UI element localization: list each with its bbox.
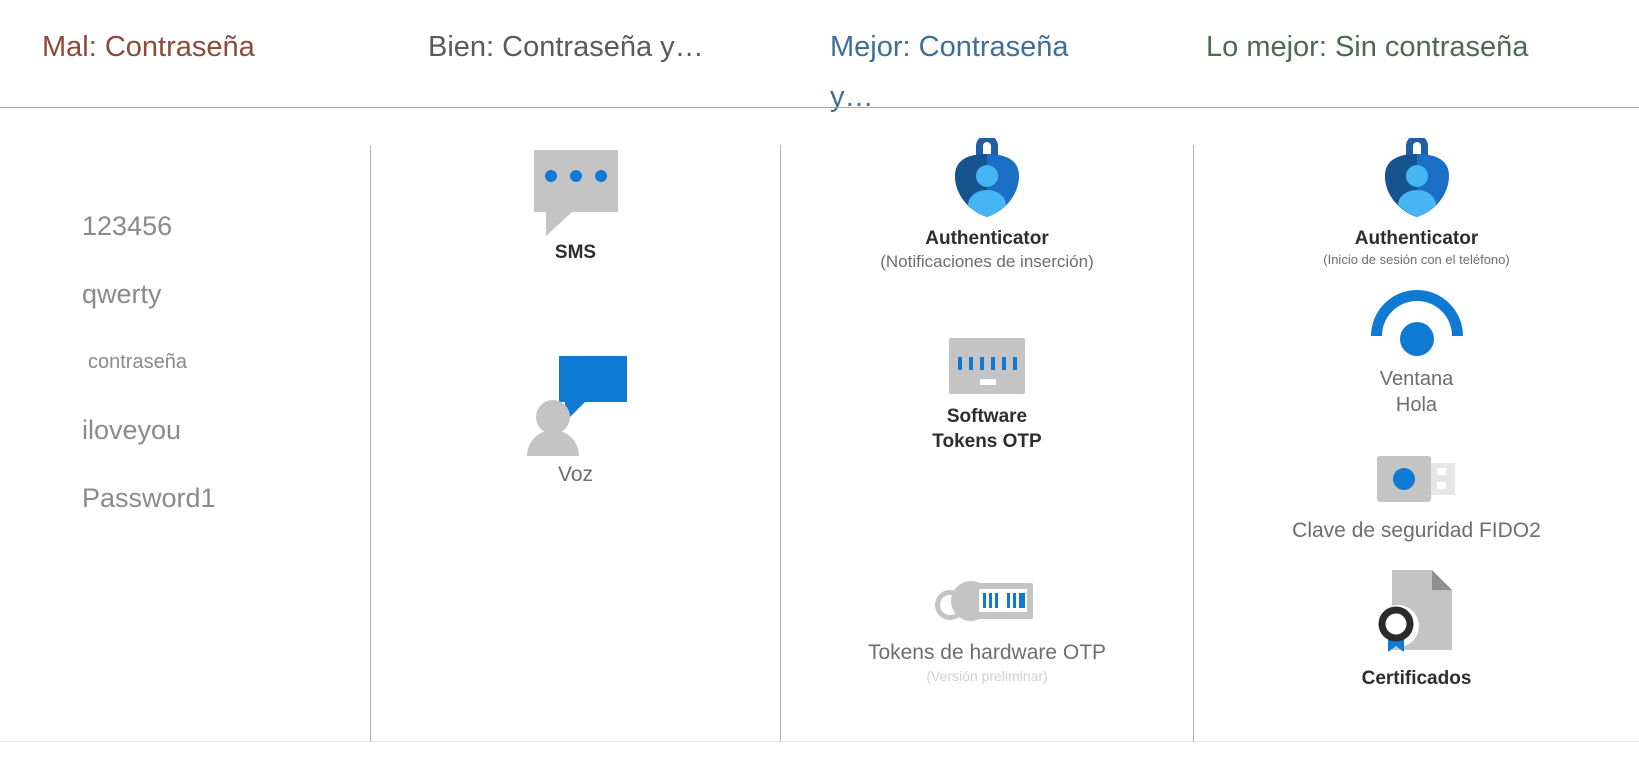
method-authenticator-push: Authenticator (Notificaciones de inserci… bbox=[781, 135, 1193, 273]
otp-bar bbox=[1001, 357, 1006, 370]
method-hardware-otp: Tokens de hardware OTP (Versión prelimin… bbox=[781, 576, 1193, 686]
column-bad-passwords: 123456 qwerty contraseña iloveyou Passwo… bbox=[0, 108, 370, 742]
otp-bar-gap bbox=[1001, 593, 1004, 608]
list-item: Password1 bbox=[82, 483, 216, 513]
authenticator-shield-icon bbox=[951, 135, 1023, 218]
method-label-line1: Ventana bbox=[1379, 368, 1454, 390]
method-label: Tokens de hardware OTP bbox=[867, 641, 1107, 664]
otp-bar bbox=[968, 357, 973, 370]
weak-password-list: 123456 qwerty contraseña iloveyou Passwo… bbox=[82, 192, 362, 532]
method-label: Certificados bbox=[1361, 668, 1472, 689]
column-header-best: Lo mejor: Sin contraseña bbox=[1206, 31, 1529, 63]
otp-bar bbox=[1012, 357, 1017, 370]
otp-bar bbox=[983, 593, 986, 608]
list-item: 123456 bbox=[82, 211, 173, 241]
otp-digit-bars bbox=[949, 357, 1025, 370]
method-label: SMS bbox=[554, 242, 597, 263]
list-item: contraseña bbox=[88, 351, 187, 373]
voice-speech-bubble bbox=[558, 356, 627, 402]
sms-dot bbox=[544, 170, 557, 182]
method-certificates: Certificados bbox=[1194, 568, 1639, 691]
voice-person-body bbox=[526, 430, 579, 456]
list-item: iloveyou bbox=[82, 415, 182, 445]
method-label: Clave de seguridad FIDO2 bbox=[1292, 519, 1541, 542]
method-fido2-key: Clave de seguridad FIDO2 bbox=[1194, 456, 1639, 544]
sms-dots bbox=[534, 170, 618, 182]
column-best-passwordless: Authenticator (Inicio de sesión con el t… bbox=[1194, 108, 1639, 742]
sms-dot bbox=[569, 170, 582, 182]
method-sublabel-preview: (Versión preliminar) bbox=[926, 668, 1048, 684]
method-label-line2: Tokens OTP bbox=[932, 431, 1042, 452]
hello-dot bbox=[1399, 322, 1434, 356]
otp-bar bbox=[1019, 593, 1025, 608]
otp-bar bbox=[1013, 593, 1016, 608]
method-windows-hello: Ventana Hola bbox=[1194, 290, 1639, 418]
column-good-mfa: SMS Voz bbox=[371, 108, 780, 742]
method-label: Authenticator bbox=[925, 228, 1049, 249]
method-authenticator-phonesignin: Authenticator (Inicio de sesión con el t… bbox=[1194, 135, 1639, 269]
hardware-otp-token-icon bbox=[935, 576, 1039, 626]
authenticator-shield-icon bbox=[1381, 135, 1453, 218]
slide-canvas: Mal: Contraseña Bien: Contraseña y… Mejo… bbox=[0, 0, 1639, 768]
usb-pin bbox=[1436, 468, 1446, 475]
sms-message-bubble-icon bbox=[533, 150, 618, 236]
sms-bubble-tail bbox=[545, 212, 572, 236]
method-sublabel: (Inicio de sesión con el teléfono) bbox=[1323, 252, 1510, 267]
method-sms: SMS bbox=[371, 150, 780, 265]
column-header-bad: Mal: Contraseña bbox=[42, 31, 255, 63]
windows-hello-icon bbox=[1370, 290, 1463, 356]
certificate-document-svg bbox=[1376, 570, 1452, 652]
otp-bar bbox=[990, 357, 995, 370]
column-better-mfa: Authenticator (Notificaciones de inserci… bbox=[781, 108, 1193, 742]
column-header-good: Bien: Contraseña y… bbox=[428, 31, 704, 63]
authenticator-shield-svg bbox=[955, 135, 1019, 217]
otp-bar bbox=[979, 357, 984, 370]
method-label: Authenticator bbox=[1354, 228, 1479, 249]
otp-bar bbox=[1007, 593, 1010, 608]
method-label-line1: Software bbox=[946, 406, 1028, 427]
otp-bar bbox=[995, 593, 998, 608]
usb-pin bbox=[1436, 482, 1446, 489]
keyfob-display-bars bbox=[979, 591, 1027, 610]
authenticator-shield-svg bbox=[1384, 135, 1449, 217]
software-otp-token-icon bbox=[949, 338, 1025, 394]
otp-bar bbox=[957, 357, 962, 370]
voice-person-head bbox=[535, 400, 570, 434]
list-item: qwerty bbox=[82, 279, 162, 309]
method-voice: Voz bbox=[371, 356, 780, 488]
usb-touch-sensor bbox=[1392, 468, 1415, 490]
token-slot bbox=[980, 379, 996, 385]
fido2-security-key-icon bbox=[1376, 456, 1457, 502]
method-label-line2: Hola bbox=[1395, 394, 1438, 416]
method-label: Voz bbox=[557, 463, 594, 486]
method-software-otp: Software Tokens OTP bbox=[781, 338, 1193, 454]
voice-call-person-icon bbox=[521, 356, 631, 456]
header-row: Mal: Contraseña Bien: Contraseña y… Mejo… bbox=[0, 0, 1639, 113]
method-sublabel: (Notificaciones de inserción) bbox=[880, 252, 1094, 271]
sms-dot bbox=[594, 170, 607, 182]
certificate-document-icon bbox=[1374, 568, 1460, 652]
otp-bar bbox=[989, 593, 992, 608]
